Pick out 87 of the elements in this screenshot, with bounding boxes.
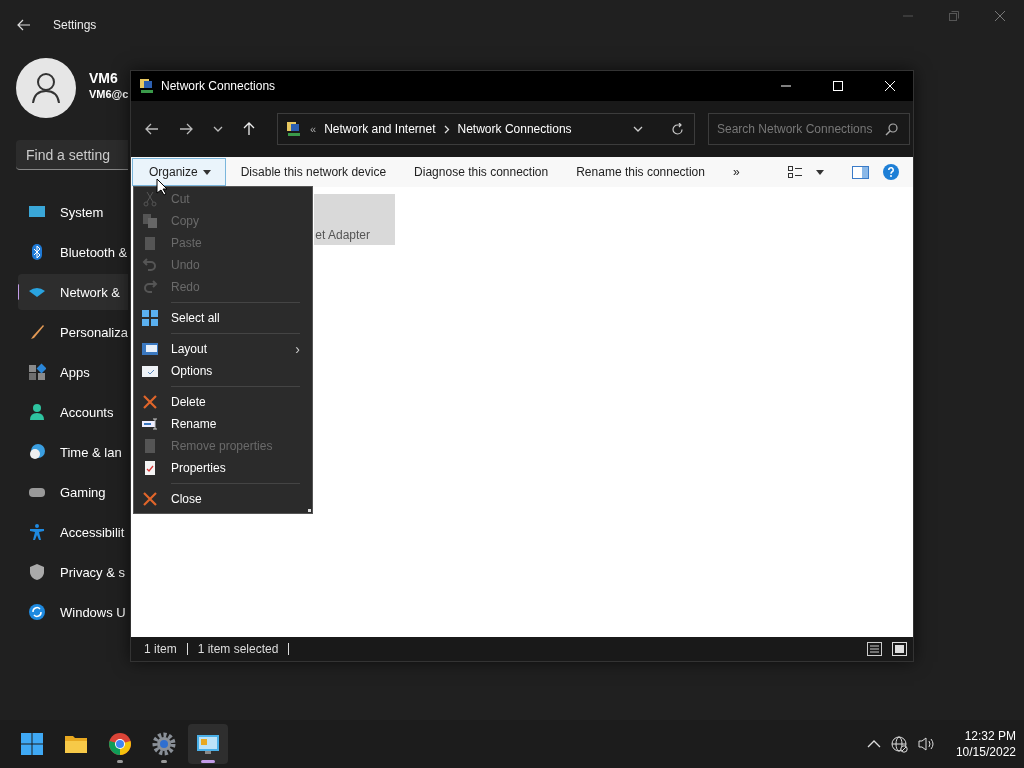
figure-icon: [28, 523, 46, 541]
clock-time[interactable]: 12:32 PM: [964, 728, 1016, 744]
back-arrow-icon[interactable]: [145, 123, 159, 135]
layout-icon: [142, 341, 158, 357]
resize-grip-icon: [308, 509, 311, 512]
grid-icon: [142, 310, 158, 326]
toolbar-button[interactable]: Diagnose this connection: [401, 158, 562, 186]
properties-icon: [142, 460, 158, 476]
address-bar[interactable]: « Network and Internet Network Connections: [277, 113, 695, 145]
nav-item[interactable]: System: [18, 194, 128, 230]
search-field[interactable]: Find a setting: [16, 140, 128, 170]
chevron-down-icon[interactable]: [633, 126, 643, 132]
network-icon: [286, 121, 302, 137]
globe-icon[interactable]: [890, 735, 908, 753]
shield-icon: [28, 563, 46, 581]
clock-date[interactable]: 10/15/2022: [955, 744, 1016, 760]
toolbar-button[interactable]: »: [719, 158, 753, 186]
menu-item[interactable]: Rename: [134, 413, 312, 435]
network-icon: [196, 732, 220, 756]
nav-item[interactable]: Time & lan: [18, 434, 128, 470]
breadcrumb-item[interactable]: Network and Internet: [324, 122, 436, 136]
nav-item[interactable]: Personaliza: [18, 314, 128, 350]
network-icon: [139, 78, 155, 94]
adapter-tile[interactable]: et Adapter: [314, 194, 395, 245]
copy-icon: [142, 213, 158, 229]
menu-item[interactable]: Close: [134, 488, 312, 510]
gear-icon: [152, 732, 176, 756]
x-icon: [142, 491, 158, 507]
chrome-icon: [108, 732, 132, 756]
nav-item[interactable]: Privacy & s: [18, 554, 128, 590]
toolbar-button[interactable]: Rename this connection: [563, 158, 718, 186]
caret-icon: [202, 169, 211, 175]
forward-arrow-icon[interactable]: [179, 123, 193, 135]
nav-item[interactable]: Accessibilit: [18, 514, 128, 550]
search-icon: [885, 123, 898, 136]
refresh-icon[interactable]: [671, 122, 684, 136]
app-title: Settings: [53, 18, 97, 32]
maximize-icon[interactable]: [832, 80, 844, 92]
user-name: VM6: [89, 70, 119, 86]
help-icon[interactable]: [883, 164, 899, 180]
breadcrumb-overflow[interactable]: «: [310, 123, 317, 135]
person-icon: [28, 403, 46, 421]
toolbar-button[interactable]: Disable this network device: [227, 158, 400, 186]
nav-item[interactable]: Bluetooth &: [18, 234, 128, 270]
view-options-icon[interactable]: [788, 166, 802, 178]
chevron-down-icon[interactable]: [213, 126, 223, 132]
nav-item[interactable]: Network &: [18, 274, 128, 310]
details-view-icon[interactable]: [867, 642, 882, 656]
scissors-icon: [142, 191, 158, 207]
chevron-up-icon[interactable]: [866, 740, 881, 748]
toolbar-button[interactable]: Organize: [132, 158, 226, 186]
status-text: 1 item selected: [197, 642, 279, 656]
search-field[interactable]: Search Network Connections: [708, 113, 910, 145]
submenu-arrow: ›: [295, 341, 300, 357]
preview-pane-icon[interactable]: [852, 165, 869, 179]
menu-item[interactable]: Select all: [134, 307, 312, 329]
options-icon: [142, 363, 158, 379]
up-arrow-icon[interactable]: [243, 122, 255, 136]
redo-icon: [142, 279, 158, 295]
menu-item[interactable]: Properties: [134, 457, 312, 479]
breadcrumb-item[interactable]: Network Connections: [457, 122, 572, 136]
nav-item[interactable]: Gaming: [18, 474, 128, 510]
apps-icon: [28, 363, 46, 381]
rename-icon: [142, 416, 158, 432]
user-email: VM6@c: [89, 88, 129, 100]
x-icon: [142, 394, 158, 410]
brush-icon: [28, 323, 46, 341]
menu-item[interactable]: Delete: [134, 391, 312, 413]
caret-icon[interactable]: [816, 169, 824, 175]
taskbar-app[interactable]: [188, 724, 228, 764]
avatar-icon: [16, 58, 76, 118]
large-icons-view-icon[interactable]: [892, 642, 907, 656]
adapter-name: et Adapter: [315, 228, 370, 242]
speaker-icon[interactable]: [917, 736, 936, 752]
windows-icon: [20, 732, 44, 756]
back-arrow-icon[interactable]: [17, 19, 31, 31]
menu-item[interactable]: Options: [134, 360, 312, 382]
mouse-cursor-icon: [156, 178, 168, 196]
status-text: 1 item: [144, 642, 177, 656]
window-title: Network Connections: [161, 79, 276, 93]
nav-item[interactable]: Accounts: [18, 394, 128, 430]
chevron-right-icon: [443, 124, 450, 134]
undo-icon: [142, 257, 158, 273]
nav-item[interactable]: Apps: [18, 354, 128, 390]
nav-item[interactable]: Windows U: [18, 594, 128, 630]
menu-item[interactable]: Layout ›: [134, 338, 312, 360]
sync-icon: [28, 603, 46, 621]
